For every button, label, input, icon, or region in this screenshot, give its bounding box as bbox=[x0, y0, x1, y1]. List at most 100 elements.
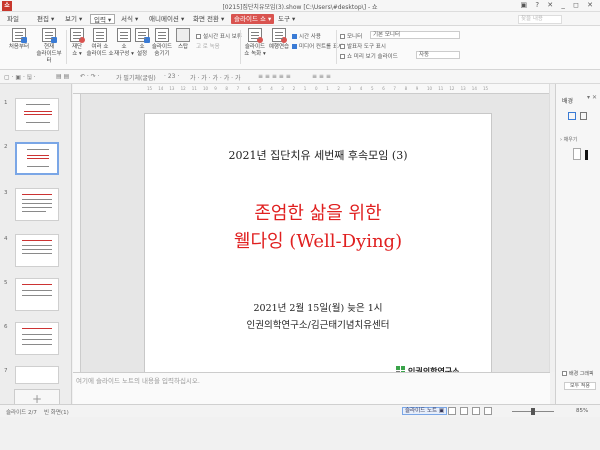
slideshow-from-current-button[interactable]: 현재 슬라이드부터 bbox=[34, 28, 64, 65]
help-search-input[interactable]: 찾을 내용 bbox=[518, 15, 562, 24]
ruler-tick-label: 5 bbox=[371, 86, 374, 91]
undo-redo[interactable]: ↶ · ↷ · bbox=[80, 73, 100, 80]
slide-organization[interactable]: 인권의학연구소/김근태기념치유센터 bbox=[145, 317, 491, 331]
rehearse-button[interactable]: 재단 쇼 ▾ bbox=[68, 28, 86, 58]
button-label: 재단 쇼 ▾ bbox=[71, 44, 83, 57]
fill-section-toggle[interactable]: › 채우기 bbox=[560, 136, 577, 143]
checkbox-box bbox=[562, 371, 567, 376]
ruler-tick-label: 7 bbox=[393, 86, 396, 91]
file-actions[interactable]: ▢ · ▣ · 🖫 · bbox=[4, 73, 36, 83]
menu-transition[interactable]: 화면 전환 ▾ bbox=[190, 14, 227, 24]
window-controls[interactable]: ▣ ? ✕ _ ◻ ✕ bbox=[521, 1, 597, 9]
thumb-text-line bbox=[22, 290, 52, 291]
rehearsal-button[interactable]: 예행연습 bbox=[268, 28, 290, 51]
text-style-buttons[interactable]: 가 · 가 · 가 · 가 · 가 bbox=[190, 73, 241, 82]
ruler-tick-label: 0 bbox=[315, 86, 318, 91]
thumb-text-line bbox=[27, 149, 49, 150]
ruler-tick-label: 7 bbox=[236, 86, 240, 91]
slide-main-title-line1[interactable]: 존엄한 삶을 위한 bbox=[145, 199, 491, 225]
fill-color-swatch[interactable] bbox=[573, 148, 581, 160]
menu-view[interactable]: 보기 ▾ bbox=[62, 14, 85, 24]
thumb-text-line bbox=[22, 295, 52, 296]
slide-thumbnail[interactable] bbox=[15, 366, 59, 384]
narration-option[interactable]: 고 로 녹음 bbox=[196, 42, 220, 50]
slide-thumbnail[interactable] bbox=[15, 98, 59, 131]
rehearse-icon bbox=[70, 28, 85, 43]
menu-edit[interactable]: 편집 ▾ bbox=[34, 14, 57, 24]
slide-thumbnail-panel: 1 2 3 4 5 6 7 + bbox=[0, 84, 72, 409]
checkbox-use-timing[interactable]: 시간 사용 bbox=[292, 32, 321, 40]
window-bottom bbox=[0, 417, 600, 450]
print-actions[interactable]: ▤ ▤ bbox=[56, 73, 69, 80]
slideshow-view-icon[interactable] bbox=[484, 407, 492, 415]
menu-file[interactable]: 파일 bbox=[4, 14, 22, 24]
ribbon: 처음부터 현재 슬라이드부터 재단 쇼 ▾ 여러 쇼 슬라이드 쇼 쇼 재구성 … bbox=[0, 26, 600, 70]
checkbox-box bbox=[196, 34, 201, 39]
button-label: 쇼 설정 bbox=[136, 44, 148, 57]
menu-animation[interactable]: 애니메이션 ▾ bbox=[146, 14, 187, 24]
monitor-select[interactable]: 기본 모니터 bbox=[370, 31, 460, 39]
slide-thumbnail[interactable] bbox=[15, 188, 59, 221]
ruler-tick-label: 9 bbox=[214, 86, 217, 91]
picture-tab-icon[interactable] bbox=[580, 112, 587, 120]
zoom-slider-handle[interactable] bbox=[531, 408, 535, 415]
ruler-tick-label: 12 bbox=[180, 86, 186, 91]
checkbox-label: 모니터 bbox=[347, 34, 363, 40]
ruler-tick-label: 6 bbox=[247, 86, 251, 91]
slide-number: 6 bbox=[4, 324, 8, 330]
slide-notes-area[interactable]: 여기에 슬라이드 노트의 내용을 입력하십시오. bbox=[73, 372, 550, 404]
slide-canvas[interactable]: 2021년 집단치유 세번째 후속모임 (3) 존엄한 삶을 위한 웰다잉 (W… bbox=[144, 113, 492, 373]
ruler-tick-label: 14 bbox=[471, 86, 477, 91]
checkbox-monitor[interactable]: 모니터 bbox=[340, 32, 362, 40]
menu-insert[interactable]: 입력 ▾ bbox=[90, 14, 116, 24]
normal-view-icon[interactable] bbox=[448, 407, 456, 415]
slide-thumbnail[interactable] bbox=[15, 278, 59, 311]
panel-close-icon[interactable]: ▾ ✕ bbox=[587, 94, 597, 101]
thumb-text-line bbox=[27, 158, 49, 159]
list-buttons[interactable]: ≡ ≡ ≡ bbox=[312, 73, 331, 80]
sorter-view-icon[interactable] bbox=[460, 407, 468, 415]
checkbox-presenter-tools[interactable]: 발표자 도구 표시 bbox=[340, 42, 386, 50]
checkbox-timer[interactable]: 설시간 표시 보류 bbox=[196, 32, 242, 40]
checkbox-label: 쇼 미리 보기 슬라이드 bbox=[347, 54, 398, 60]
record-show-button[interactable]: 슬라이드 쇼 녹화 ▾ bbox=[244, 28, 266, 58]
slide-main-title-line2[interactable]: 웰다잉 (Well-Dying) bbox=[145, 227, 491, 253]
button-label: 예행연습 bbox=[268, 44, 290, 50]
checkbox-background-graphics[interactable]: 배경 그래픽 bbox=[562, 370, 594, 377]
ruler-tick-label: 13 bbox=[169, 86, 175, 91]
slide-thumbnail[interactable] bbox=[15, 322, 59, 355]
zoom-slider[interactable] bbox=[512, 408, 554, 415]
slide-thumbnail-selected[interactable] bbox=[15, 142, 59, 175]
fill-tab-icon[interactable] bbox=[568, 112, 576, 120]
hide-slide-button[interactable]: 슬라이드 숨기기 bbox=[150, 28, 174, 58]
stop-button[interactable]: 스탑 bbox=[175, 28, 191, 51]
ruler-tick-label: 13 bbox=[460, 86, 466, 91]
custom-show-button[interactable]: 여러 쇼 슬라이드 쇼 bbox=[86, 28, 114, 58]
notes-toggle-button[interactable]: 슬라이드 노트 ▣ bbox=[402, 407, 448, 415]
menu-slideshow[interactable]: 슬라이드 쇼 ▾ bbox=[231, 14, 275, 24]
menu-tools[interactable]: 도구 ▾ bbox=[275, 14, 298, 24]
rebuild-show-button[interactable]: 쇼 재구성 ▾ bbox=[114, 28, 134, 58]
ribbon-divider bbox=[66, 30, 67, 64]
slide-number: 3 bbox=[4, 190, 8, 196]
reading-view-icon[interactable] bbox=[472, 407, 480, 415]
slideshow-from-start-button[interactable]: 처음부터 bbox=[6, 28, 32, 51]
font-size-select[interactable]: · 23 · bbox=[164, 73, 179, 80]
stop-icon bbox=[176, 28, 190, 42]
align-buttons[interactable]: ≡ ≡ ≡ ≡ ≡ bbox=[258, 73, 291, 80]
slide-subtitle[interactable]: 2021년 집단치유 세번째 후속모임 (3) bbox=[145, 147, 491, 163]
checkbox-show-preview[interactable]: 쇼 미리 보기 슬라이드 bbox=[340, 52, 398, 60]
narration-label: 고 로 녹음 bbox=[196, 44, 220, 50]
font-select[interactable]: 가 필기체(굴림) bbox=[116, 73, 156, 82]
button-label: 슬라이드 숨기기 bbox=[151, 44, 173, 57]
show-settings-button[interactable]: 쇼 설정 bbox=[134, 28, 150, 58]
ruler-tick-label: 2 bbox=[337, 86, 340, 91]
menu-format[interactable]: 서식 ▾ bbox=[118, 14, 141, 24]
apply-all-button[interactable]: 모두 적용 bbox=[564, 382, 596, 390]
slide-date[interactable]: 2021년 2월 15일(월) 늦은 1시 bbox=[145, 300, 491, 314]
slide-thumbnail[interactable] bbox=[15, 234, 59, 267]
preview-select[interactable]: 자동 bbox=[416, 51, 460, 59]
color-indicator bbox=[585, 150, 588, 160]
horizontal-ruler: 15 14 13 12 11 10 9 8 7 6 5 4 3 2 1 0 1 2 3 4 5 6 7 8 9 10 11 12 13 1… bbox=[73, 84, 550, 94]
button-label: 슬라이드 쇼 녹화 ▾ bbox=[244, 44, 266, 57]
